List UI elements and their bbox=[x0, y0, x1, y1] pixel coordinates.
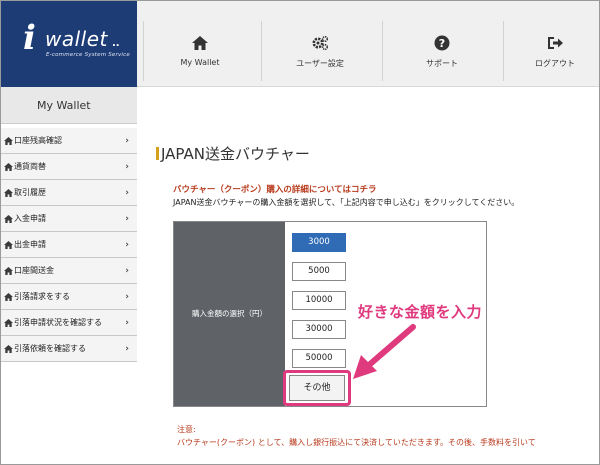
sidebar-item[interactable]: 取引履歴 › bbox=[1, 180, 137, 206]
sidebar-item[interactable]: 入金申請 › bbox=[1, 206, 137, 232]
instruction-text: JAPAN送金バウチャーの購入金額を選択して、「上記内容で申し込む」をクリックし… bbox=[173, 198, 520, 207]
svg-text:?: ? bbox=[439, 37, 445, 50]
app-logo[interactable]: i wallet .. E-commerce System Service bbox=[1, 1, 137, 87]
nav-divider bbox=[382, 21, 383, 81]
sidebar-menu: 口座残高確認 › 通貨両替 › 取引履歴 › 入金申請 › 出金申請 › 口座間送金 › 引落請求をする… bbox=[1, 128, 137, 362]
nav-label: サポート bbox=[426, 59, 458, 68]
note-text: バウチャー(クーポン) として、購入し銀行振込にて決済していただきます。その後、… bbox=[177, 438, 536, 447]
sidebar-item[interactable]: 引落請求をする › bbox=[1, 284, 137, 310]
gears-icon bbox=[312, 35, 329, 51]
nav-my-wallet[interactable]: My Wallet bbox=[145, 13, 255, 75]
window-frame: i wallet .. E-commerce System Service My… bbox=[0, 0, 600, 465]
nav-divider bbox=[503, 21, 504, 81]
chevron-right-icon: › bbox=[125, 136, 129, 146]
annotation-highlight-box bbox=[283, 370, 351, 406]
nav-divider bbox=[143, 21, 144, 81]
main-content: JAPAN送金バウチャー バウチャー（クーポン）購入の詳細についてはコチラ JA… bbox=[137, 87, 599, 464]
sidebar-item-label: 引落請求をする bbox=[14, 292, 70, 301]
home-icon bbox=[4, 293, 13, 301]
sidebar-item[interactable]: 通貨両替 › bbox=[1, 154, 137, 180]
nav-divider bbox=[261, 21, 262, 81]
sidebar-item[interactable]: 口座間送金 › bbox=[1, 258, 137, 284]
page-title: JAPAN送金バウチャー bbox=[161, 145, 310, 163]
sidebar-item-label: 出金申請 bbox=[14, 240, 46, 249]
annotation-callout: 好きな金額を入力 bbox=[358, 303, 483, 321]
nav-label: ログアウト bbox=[535, 59, 575, 68]
chevron-right-icon: › bbox=[125, 266, 129, 276]
chevron-right-icon: › bbox=[125, 318, 129, 328]
sidebar-item-label: 取引履歴 bbox=[14, 188, 46, 197]
sidebar-item-label: 通貨両替 bbox=[14, 162, 46, 171]
chevron-right-icon: › bbox=[125, 292, 129, 302]
logo-tagline: E-commerce System Service bbox=[46, 52, 130, 58]
nav-support[interactable]: ? サポート bbox=[387, 13, 497, 75]
amount-option-5000[interactable]: 5000 bbox=[292, 262, 346, 281]
logo-dots: .. bbox=[112, 38, 120, 49]
home-icon bbox=[4, 163, 13, 171]
sidebar-item[interactable]: 口座残高確認 › bbox=[1, 128, 137, 154]
amount-option-3000[interactable]: 3000 bbox=[292, 233, 346, 252]
chevron-right-icon: › bbox=[125, 240, 129, 250]
sidebar-item-label: 口座間送金 bbox=[14, 266, 54, 275]
top-navigation: My Wallet ユーザー設定 ? サポート ログアウト bbox=[137, 1, 599, 87]
nav-logout[interactable]: ログアウト bbox=[509, 13, 599, 75]
amount-label-cell: 購入金額の選択（円） bbox=[174, 222, 285, 406]
sidebar-item-label: 引落依頼を確認する bbox=[14, 344, 86, 353]
question-circle-icon: ? bbox=[434, 35, 450, 51]
sidebar: My Wallet 口座残高確認 › 通貨両替 › 取引履歴 › 入金申請 › 出金申請 › 口座間… bbox=[1, 87, 137, 464]
home-icon bbox=[4, 319, 13, 327]
nav-label: My Wallet bbox=[180, 58, 220, 67]
amount-option-30000[interactable]: 30000 bbox=[292, 320, 346, 339]
home-icon bbox=[192, 36, 208, 50]
home-icon bbox=[4, 215, 13, 223]
sign-out-icon bbox=[548, 37, 563, 49]
sidebar-item-label: 口座残高確認 bbox=[14, 136, 62, 145]
sidebar-item[interactable]: 引落依頼を確認する › bbox=[1, 336, 137, 362]
home-icon bbox=[4, 345, 13, 353]
home-icon bbox=[4, 267, 13, 275]
voucher-detail-link[interactable]: バウチャー（クーポン）購入の詳細についてはコチラ bbox=[173, 183, 377, 195]
chevron-right-icon: › bbox=[125, 188, 129, 198]
chevron-right-icon: › bbox=[125, 344, 129, 354]
title-accent-bar bbox=[156, 147, 159, 160]
home-icon bbox=[4, 241, 13, 249]
sidebar-item-label: 入金申請 bbox=[14, 214, 46, 223]
sidebar-item[interactable]: 引落申請状況を確認する › bbox=[1, 310, 137, 336]
note-label: 注意: bbox=[177, 425, 196, 434]
sidebar-item[interactable]: 出金申請 › bbox=[1, 232, 137, 258]
home-icon bbox=[4, 137, 13, 145]
amount-option-10000[interactable]: 10000 bbox=[292, 291, 346, 310]
nav-user-settings[interactable]: ユーザー設定 bbox=[265, 13, 375, 75]
logo-mark: i bbox=[23, 18, 36, 58]
chevron-right-icon: › bbox=[125, 162, 129, 172]
home-icon bbox=[4, 189, 13, 197]
sidebar-item-label: 引落申請状況を確認する bbox=[14, 318, 102, 327]
chevron-right-icon: › bbox=[125, 214, 129, 224]
sidebar-heading: My Wallet bbox=[1, 87, 137, 124]
amount-option-50000[interactable]: 50000 bbox=[292, 349, 346, 368]
nav-label: ユーザー設定 bbox=[296, 59, 344, 68]
annotation-arrow-icon bbox=[353, 324, 416, 379]
logo-name: wallet bbox=[45, 27, 108, 51]
